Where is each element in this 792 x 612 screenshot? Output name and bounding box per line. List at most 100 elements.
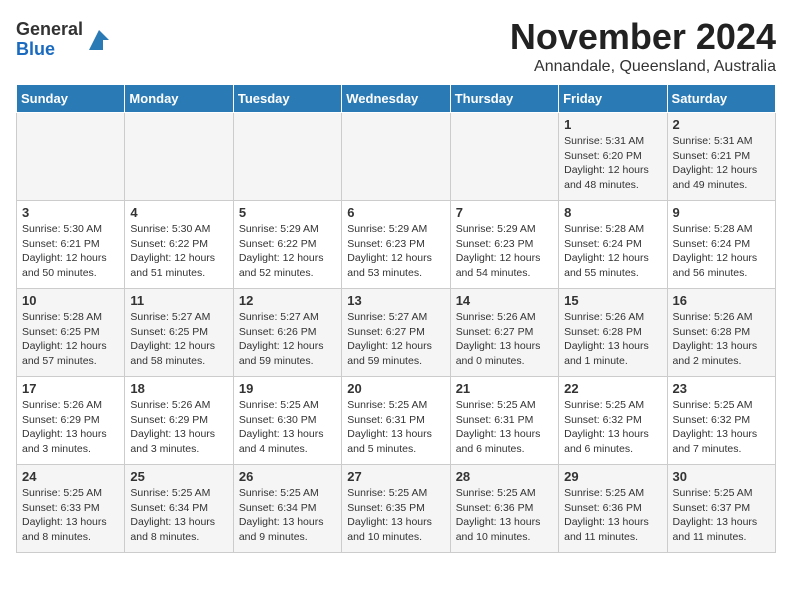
day-info: Sunrise: 5:26 AM Sunset: 6:29 PM Dayligh…: [22, 398, 119, 457]
day-number: 14: [456, 293, 553, 308]
calendar-cell: 7 Sunrise: 5:29 AM Sunset: 6:23 PM Daylig…: [450, 201, 558, 289]
logo-blue: Blue: [16, 39, 55, 59]
day-info: Sunrise: 5:27 AM Sunset: 6:26 PM Dayligh…: [239, 310, 336, 369]
calendar-cell: [233, 113, 341, 201]
weekday-header: Tuesday: [233, 85, 341, 113]
day-info: Sunrise: 5:27 AM Sunset: 6:27 PM Dayligh…: [347, 310, 444, 369]
calendar-cell: 20 Sunrise: 5:25 AM Sunset: 6:31 PM Dayli…: [342, 377, 450, 465]
day-info: Sunrise: 5:25 AM Sunset: 6:37 PM Dayligh…: [673, 486, 770, 545]
calendar-cell: 19 Sunrise: 5:25 AM Sunset: 6:30 PM Dayli…: [233, 377, 341, 465]
day-info: Sunrise: 5:30 AM Sunset: 6:21 PM Dayligh…: [22, 222, 119, 281]
calendar-cell: 10 Sunrise: 5:28 AM Sunset: 6:25 PM Dayli…: [17, 289, 125, 377]
day-number: 13: [347, 293, 444, 308]
day-number: 19: [239, 381, 336, 396]
day-info: Sunrise: 5:26 AM Sunset: 6:27 PM Dayligh…: [456, 310, 553, 369]
calendar-cell: [125, 113, 233, 201]
day-number: 5: [239, 205, 336, 220]
calendar-week-row: 24 Sunrise: 5:25 AM Sunset: 6:33 PM Dayli…: [17, 465, 776, 553]
day-info: Sunrise: 5:28 AM Sunset: 6:25 PM Dayligh…: [22, 310, 119, 369]
day-number: 4: [130, 205, 227, 220]
day-number: 3: [22, 205, 119, 220]
day-info: Sunrise: 5:25 AM Sunset: 6:34 PM Dayligh…: [239, 486, 336, 545]
header: General Blue November 2024 Annandale, Qu…: [16, 16, 776, 76]
calendar-cell: 28 Sunrise: 5:25 AM Sunset: 6:36 PM Dayli…: [450, 465, 558, 553]
day-number: 12: [239, 293, 336, 308]
day-number: 24: [22, 469, 119, 484]
calendar-cell: [450, 113, 558, 201]
day-info: Sunrise: 5:28 AM Sunset: 6:24 PM Dayligh…: [673, 222, 770, 281]
calendar-cell: 1 Sunrise: 5:31 AM Sunset: 6:20 PM Daylig…: [559, 113, 667, 201]
day-number: 21: [456, 381, 553, 396]
day-info: Sunrise: 5:29 AM Sunset: 6:23 PM Dayligh…: [456, 222, 553, 281]
weekday-header: Saturday: [667, 85, 775, 113]
day-info: Sunrise: 5:31 AM Sunset: 6:21 PM Dayligh…: [673, 134, 770, 193]
weekday-header-row: SundayMondayTuesdayWednesdayThursdayFrid…: [17, 85, 776, 113]
day-number: 6: [347, 205, 444, 220]
day-info: Sunrise: 5:27 AM Sunset: 6:25 PM Dayligh…: [130, 310, 227, 369]
weekday-header: Wednesday: [342, 85, 450, 113]
day-info: Sunrise: 5:25 AM Sunset: 6:36 PM Dayligh…: [456, 486, 553, 545]
day-number: 2: [673, 117, 770, 132]
calendar-cell: 15Sunrise: 5:26 AM Sunset: 6:28 PM Dayli…: [559, 289, 667, 377]
calendar-cell: [342, 113, 450, 201]
day-info: Sunrise: 5:31 AM Sunset: 6:20 PM Dayligh…: [564, 134, 661, 193]
day-number: 25: [130, 469, 227, 484]
day-number: 8: [564, 205, 661, 220]
day-info: Sunrise: 5:25 AM Sunset: 6:32 PM Dayligh…: [564, 398, 661, 457]
calendar-cell: [17, 113, 125, 201]
calendar-cell: 9 Sunrise: 5:28 AM Sunset: 6:24 PM Daylig…: [667, 201, 775, 289]
calendar-subtitle: Annandale, Queensland, Australia: [510, 58, 776, 76]
calendar-cell: 14 Sunrise: 5:26 AM Sunset: 6:27 PM Dayli…: [450, 289, 558, 377]
calendar-cell: 18Sunrise: 5:26 AM Sunset: 6:29 PM Dayli…: [125, 377, 233, 465]
calendar-cell: 4Sunrise: 5:30 AM Sunset: 6:22 PM Daylig…: [125, 201, 233, 289]
day-number: 7: [456, 205, 553, 220]
logo: General Blue: [16, 20, 113, 60]
day-info: Sunrise: 5:29 AM Sunset: 6:22 PM Dayligh…: [239, 222, 336, 281]
day-number: 23: [673, 381, 770, 396]
day-info: Sunrise: 5:25 AM Sunset: 6:36 PM Dayligh…: [564, 486, 661, 545]
calendar-cell: 6 Sunrise: 5:29 AM Sunset: 6:23 PM Daylig…: [342, 201, 450, 289]
day-info: Sunrise: 5:25 AM Sunset: 6:33 PM Dayligh…: [22, 486, 119, 545]
calendar-cell: 26Sunrise: 5:25 AM Sunset: 6:34 PM Dayli…: [233, 465, 341, 553]
day-info: Sunrise: 5:28 AM Sunset: 6:24 PM Dayligh…: [564, 222, 661, 281]
calendar-table: SundayMondayTuesdayWednesdayThursdayFrid…: [16, 84, 776, 553]
weekday-header: Friday: [559, 85, 667, 113]
day-number: 28: [456, 469, 553, 484]
day-number: 9: [673, 205, 770, 220]
day-number: 20: [347, 381, 444, 396]
calendar-week-row: 3 Sunrise: 5:30 AM Sunset: 6:21 PM Daylig…: [17, 201, 776, 289]
day-info: Sunrise: 5:25 AM Sunset: 6:35 PM Dayligh…: [347, 486, 444, 545]
day-info: Sunrise: 5:29 AM Sunset: 6:23 PM Dayligh…: [347, 222, 444, 281]
calendar-cell: 11 Sunrise: 5:27 AM Sunset: 6:25 PM Dayli…: [125, 289, 233, 377]
calendar-cell: 27 Sunrise: 5:25 AM Sunset: 6:35 PM Dayli…: [342, 465, 450, 553]
weekday-header: Sunday: [17, 85, 125, 113]
day-number: 1: [564, 117, 661, 132]
weekday-header: Monday: [125, 85, 233, 113]
day-info: Sunrise: 5:25 AM Sunset: 6:31 PM Dayligh…: [347, 398, 444, 457]
day-info: Sunrise: 5:25 AM Sunset: 6:34 PM Dayligh…: [130, 486, 227, 545]
day-info: Sunrise: 5:26 AM Sunset: 6:29 PM Dayligh…: [130, 398, 227, 457]
calendar-cell: 13 Sunrise: 5:27 AM Sunset: 6:27 PM Dayli…: [342, 289, 450, 377]
day-info: Sunrise: 5:25 AM Sunset: 6:30 PM Dayligh…: [239, 398, 336, 457]
calendar-cell: 12 Sunrise: 5:27 AM Sunset: 6:26 PM Dayli…: [233, 289, 341, 377]
calendar-cell: 8 Sunrise: 5:28 AM Sunset: 6:24 PM Daylig…: [559, 201, 667, 289]
calendar-cell: 30 Sunrise: 5:25 AM Sunset: 6:37 PM Dayli…: [667, 465, 775, 553]
day-number: 11: [130, 293, 227, 308]
day-number: 17: [22, 381, 119, 396]
calendar-cell: 3 Sunrise: 5:30 AM Sunset: 6:21 PM Daylig…: [17, 201, 125, 289]
day-number: 16: [673, 293, 770, 308]
logo-icon: [85, 26, 113, 54]
calendar-cell: 24 Sunrise: 5:25 AM Sunset: 6:33 PM Dayli…: [17, 465, 125, 553]
day-info: Sunrise: 5:26 AM Sunset: 6:28 PM Dayligh…: [673, 310, 770, 369]
day-number: 27: [347, 469, 444, 484]
title-area: November 2024 Annandale, Queensland, Aus…: [510, 16, 776, 76]
logo-general: General: [16, 19, 83, 39]
day-info: Sunrise: 5:25 AM Sunset: 6:31 PM Dayligh…: [456, 398, 553, 457]
day-info: Sunrise: 5:25 AM Sunset: 6:32 PM Dayligh…: [673, 398, 770, 457]
day-number: 30: [673, 469, 770, 484]
calendar-cell: 5 Sunrise: 5:29 AM Sunset: 6:22 PM Daylig…: [233, 201, 341, 289]
calendar-cell: 17 Sunrise: 5:26 AM Sunset: 6:29 PM Dayli…: [17, 377, 125, 465]
day-number: 10: [22, 293, 119, 308]
calendar-cell: 23 Sunrise: 5:25 AM Sunset: 6:32 PM Dayli…: [667, 377, 775, 465]
day-number: 29: [564, 469, 661, 484]
